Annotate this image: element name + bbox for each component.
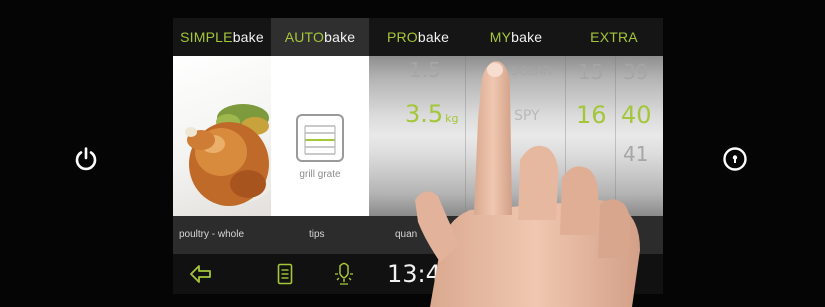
oven-light-button[interactable] [331, 260, 357, 288]
minutes-next-value: 41 [623, 142, 649, 166]
hours-prev-value: 15 [578, 60, 604, 84]
label-poultry-whole: poultry - whole [179, 229, 245, 240]
grill-grate-label: grill grate [299, 169, 341, 180]
weight-prev-value: 1.5 [409, 58, 441, 82]
hours-selected-value: 16 [576, 101, 607, 129]
weight-value: 3.5 [405, 100, 444, 128]
tab-mybake-rest: bake [511, 29, 543, 45]
food-photo-roast-chicken[interactable] [173, 56, 271, 216]
label-quantity: quan [395, 229, 418, 240]
mode-selected-value: SPY [514, 108, 540, 124]
tab-extra-accent: EXTRA [590, 29, 638, 45]
tab-extra[interactable]: EXTRA [565, 18, 663, 56]
label-tips[interactable]: tips [309, 229, 325, 240]
label-end: e [629, 229, 635, 240]
wheel-divider [565, 56, 566, 216]
info-button[interactable] [717, 141, 753, 177]
back-button[interactable] [187, 260, 215, 288]
tab-mybake[interactable]: MY bake [467, 18, 565, 56]
column-labels-bar: poultry - whole tips quan e [173, 216, 663, 254]
tab-autobake-accent: AUTO [284, 29, 325, 45]
weight-unit: kg [445, 112, 459, 125]
bottom-bar: 13:4 T [173, 254, 663, 294]
tab-simplebake-rest: bake [232, 29, 264, 45]
wheel-divider [615, 56, 616, 216]
tab-probake[interactable]: PRO bake [369, 18, 467, 56]
tab-autobake[interactable]: AUTO bake [271, 18, 369, 56]
grill-grate-icon [296, 114, 344, 162]
tab-simplebake[interactable]: SIMPLE bake [173, 18, 271, 56]
setting-wheels: 1.5 3.5 kg SOLAR SPY 15 16 39 40 41 [369, 56, 663, 216]
weight-selected-value: 3.5 kg [405, 100, 459, 128]
tab-probake-accent: PRO [386, 29, 418, 45]
wheel-divider [465, 56, 466, 216]
tab-mybake-accent: MY [489, 29, 512, 45]
accessory-grill-grate[interactable]: grill grate [271, 56, 369, 216]
power-button[interactable] [68, 141, 104, 177]
mode-tabs: SIMPLE bake AUTO bake PRO bake MY bake EXTRA [173, 18, 663, 56]
minutes-prev-value: 39 [623, 60, 649, 84]
recipe-book-icon [277, 263, 293, 285]
minutes-selected-value: 40 [621, 101, 652, 129]
tab-simplebake-accent: SIMPLE [180, 29, 233, 45]
tab-autobake-rest: bake [324, 29, 356, 45]
power-icon [75, 147, 97, 171]
clock-display: 13:4 [387, 260, 441, 288]
recipe-book-button[interactable] [274, 260, 296, 288]
start-button[interactable]: T [619, 264, 628, 280]
light-bulb-icon [335, 262, 353, 285]
oven-display: SIMPLE bake AUTO bake PRO bake MY bake EXTRA [173, 18, 663, 294]
tab-probake-rest: bake [417, 29, 450, 45]
roast-chicken-image [185, 104, 271, 206]
mode-prev-value: SOLAR [511, 64, 552, 78]
back-arrow-icon [190, 265, 211, 283]
info-icon [723, 147, 747, 171]
